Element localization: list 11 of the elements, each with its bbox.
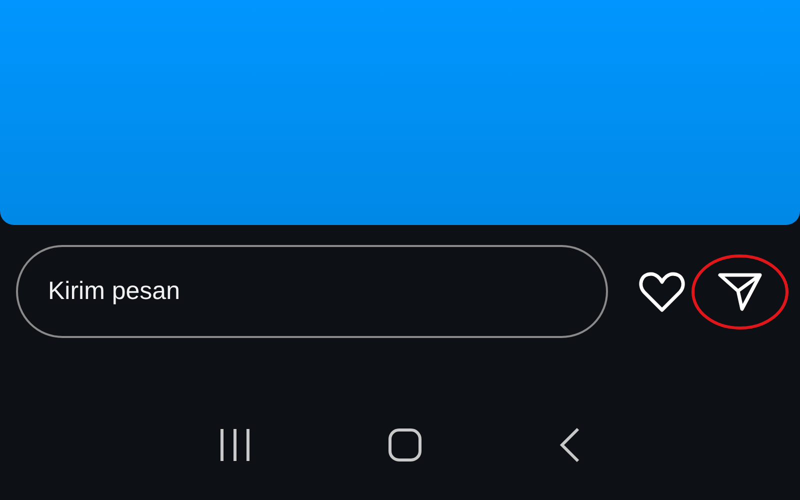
- send-icon: [717, 270, 763, 312]
- recent-apps-icon: [218, 428, 251, 462]
- message-field[interactable]: Kirim pesan: [16, 245, 608, 338]
- home-icon: [388, 428, 422, 462]
- home-button[interactable]: [388, 428, 422, 462]
- recent-apps-button[interactable]: [218, 428, 251, 462]
- send-button[interactable]: [717, 270, 763, 312]
- like-button[interactable]: [638, 270, 686, 314]
- back-button[interactable]: [559, 427, 582, 463]
- heart-icon: [638, 270, 686, 314]
- back-icon: [559, 427, 582, 463]
